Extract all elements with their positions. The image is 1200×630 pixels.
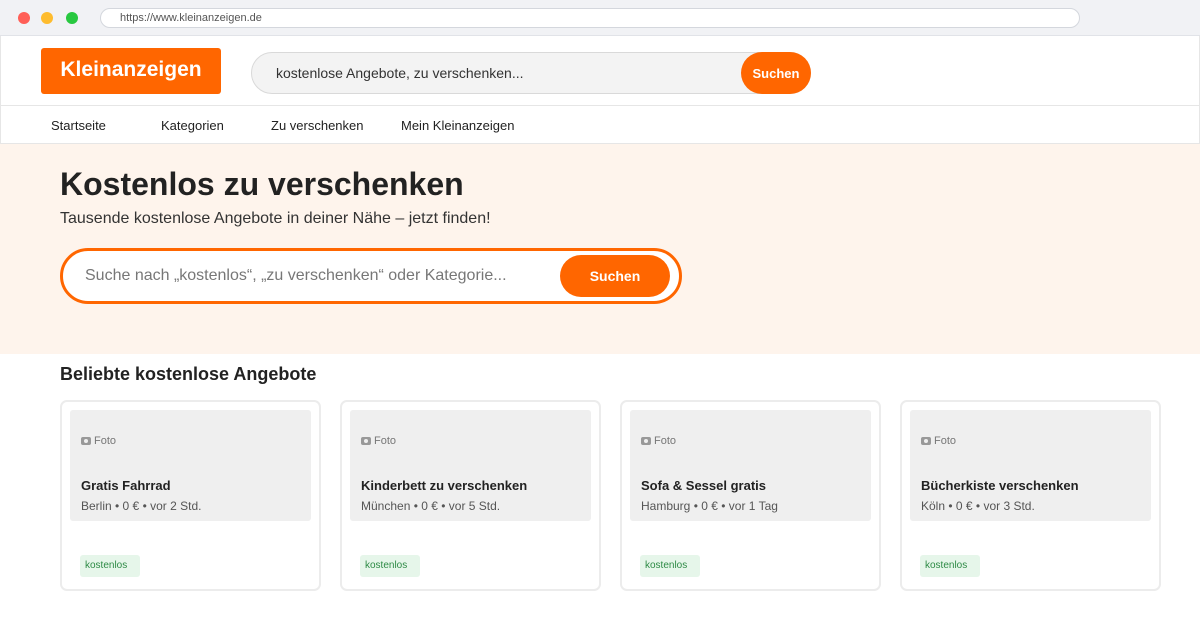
- browser-chrome: https://www.kleinanzeigen.de: [0, 0, 1200, 36]
- hero-section: Kostenlos zu verschenken Tausende kosten…: [0, 144, 1200, 354]
- nav-item-mein-kleinanzeigen[interactable]: Mein Kleinanzeigen: [401, 118, 514, 133]
- free-badge: kostenlos: [920, 555, 980, 577]
- free-badge: kostenlos: [640, 555, 700, 577]
- main-nav: Startseite Kategorien Zu verschenken Mei…: [0, 106, 1200, 144]
- free-badge: kostenlos: [80, 555, 140, 577]
- listing-photo-placeholder: Foto Kinderbett zu verschenken München •…: [350, 410, 591, 521]
- page-title: Kostenlos zu verschenken: [60, 166, 464, 202]
- free-badge: kostenlos: [360, 555, 420, 577]
- site-logo[interactable]: Kleinanzeigen: [41, 48, 221, 94]
- listing-photo-placeholder: Foto Bücherkiste verschenken Köln • 0 € …: [910, 410, 1151, 521]
- nav-item-zu-verschenken[interactable]: Zu verschenken: [271, 118, 364, 133]
- photo-label: Foto: [654, 435, 677, 447]
- nav-item-startseite[interactable]: Startseite: [51, 118, 106, 133]
- listing-card[interactable]: Foto Gratis Fahrrad Berlin • 0 € • vor 2…: [60, 400, 321, 591]
- hero-search-button[interactable]: Suchen: [560, 255, 670, 297]
- close-window-button[interactable]: [18, 12, 30, 24]
- site-header: Kleinanzeigen Suchen: [0, 36, 1200, 106]
- listing-title[interactable]: Sofa & Sessel gratis: [641, 478, 766, 493]
- listing-meta: Köln • 0 € • vor 3 Std.: [921, 499, 1035, 513]
- listing-card[interactable]: Foto Sofa & Sessel gratis Hamburg • 0 € …: [620, 400, 881, 591]
- minimize-window-button[interactable]: [41, 12, 53, 24]
- camera-icon: [361, 437, 371, 445]
- hero-search: Suche n: [60, 248, 682, 304]
- maximize-window-button[interactable]: [66, 12, 78, 24]
- camera-icon: [641, 437, 651, 445]
- address-bar[interactable]: https://www.kleinanzeigen.de: [100, 8, 1080, 28]
- nav-item-kategorien[interactable]: Kategorien: [161, 118, 224, 133]
- photo-label: Foto: [374, 435, 397, 447]
- section-heading: Beliebte kostenlose Angebote: [60, 364, 317, 384]
- camera-icon: [921, 437, 931, 445]
- listing-photo-placeholder: Foto Sofa & Sessel gratis Hamburg • 0 € …: [630, 410, 871, 521]
- listing-meta: Berlin • 0 € • vor 2 Std.: [81, 499, 202, 513]
- listing-photo-placeholder: Foto Gratis Fahrrad Berlin • 0 € • vor 2…: [70, 410, 311, 521]
- header-search-button[interactable]: Suchen: [741, 52, 811, 94]
- listing-title[interactable]: Bücherkiste verschenken: [921, 478, 1079, 493]
- listing-meta: München • 0 € • vor 5 Std.: [361, 499, 501, 513]
- listing-card[interactable]: Foto Kinderbett zu verschenken München •…: [340, 400, 601, 591]
- camera-icon: [81, 437, 91, 445]
- listing-title[interactable]: Kinderbett zu verschenken: [361, 478, 527, 493]
- photo-label: Foto: [94, 435, 117, 447]
- hero-search-input[interactable]: [63, 251, 553, 301]
- listing-meta: Hamburg • 0 € • vor 1 Tag: [641, 499, 778, 513]
- hero-subtitle: Tausende kostenlose Angebote in deiner N…: [60, 210, 491, 227]
- header-search-input[interactable]: [252, 53, 742, 93]
- listing-title[interactable]: Gratis Fahrrad: [81, 478, 171, 493]
- listing-card[interactable]: Foto Bücherkiste verschenken Köln • 0 € …: [900, 400, 1161, 591]
- photo-label: Foto: [934, 435, 957, 447]
- header-search: Suchen: [251, 52, 811, 94]
